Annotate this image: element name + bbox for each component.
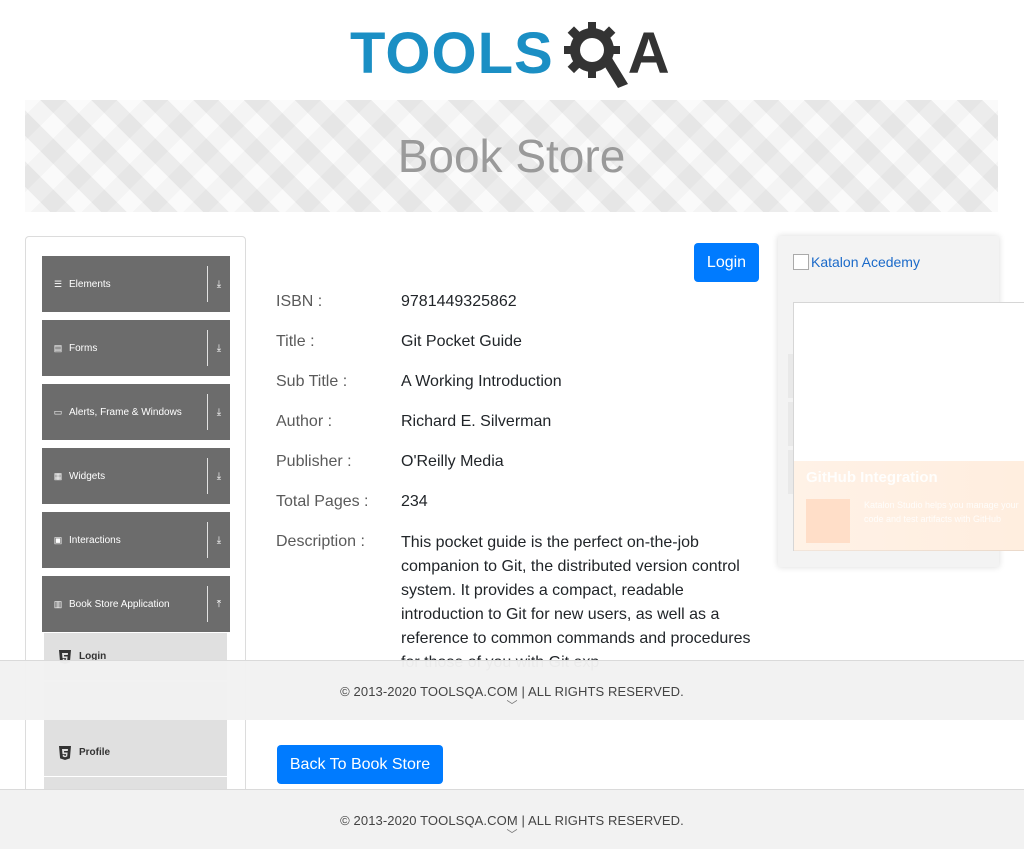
author-value: Richard E. Silverman xyxy=(401,413,552,430)
total-pages-label: Total Pages : xyxy=(276,493,369,510)
chevron-down-icon[interactable]: ﹀ xyxy=(0,829,1024,841)
subtitle-value: A Working Introduction xyxy=(401,373,562,390)
publisher-label: Publisher : xyxy=(276,453,352,470)
sidebar-group-label: Widgets xyxy=(69,470,106,482)
publisher-value: O'Reilly Media xyxy=(401,453,504,470)
download-arrow-icon: ⤓ xyxy=(216,470,222,482)
sidebar-group-elements[interactable]: ☰ Elements ⤓ xyxy=(42,256,230,312)
sidebar-item-label: Profile xyxy=(79,747,111,758)
author-label: Author : xyxy=(276,413,333,430)
footer: © 2013-2020 TOOLSQA.COM | ALL RIGHTS RES… xyxy=(0,789,1024,849)
divider xyxy=(207,458,208,494)
divider xyxy=(207,522,208,558)
sidebar-group-label: Elements xyxy=(69,278,111,290)
isbn-label: ISBN : xyxy=(276,293,323,310)
title-label: Title : xyxy=(276,333,315,350)
popup-text: Katalon Studio helps you manage your cod… xyxy=(864,500,1019,524)
cursor-icon: ▣ xyxy=(53,534,63,545)
page-banner: Book Store xyxy=(25,100,998,212)
sidebar-group-book-store[interactable]: ▥ Book Store Application ⤒ xyxy=(42,576,230,632)
logo-text-tools: TOOLS xyxy=(350,21,554,86)
login-button[interactable]: Login xyxy=(694,243,759,282)
broken-image-icon xyxy=(793,254,809,270)
download-arrow-icon: ⤓ xyxy=(216,342,222,354)
download-arrow-icon: ⤓ xyxy=(216,406,222,418)
sidebar-group-label: Book Store Application xyxy=(69,598,170,610)
ad-alt-text: Katalon Acedemy xyxy=(811,254,920,270)
form-icon: ▤ xyxy=(53,342,63,353)
title-value: Git Pocket Guide xyxy=(401,333,522,350)
divider xyxy=(207,394,208,430)
divider xyxy=(207,330,208,366)
chevron-down-icon[interactable]: ﹀ xyxy=(0,700,1024,712)
sidebar-group-label: Forms xyxy=(69,342,98,354)
isbn-value: 9781449325862 xyxy=(401,293,517,310)
description-label: Description : xyxy=(276,533,365,550)
footer-overlay: © 2013-2020 TOOLSQA.COM | ALL RIGHTS RES… xyxy=(0,660,1024,720)
grid-icon: ▦ xyxy=(53,470,63,481)
sidebar-group-label: Interactions xyxy=(69,534,121,546)
list-icon: ☰ xyxy=(53,278,63,289)
divider xyxy=(207,586,208,622)
gear-magnifier-icon xyxy=(563,22,628,88)
ad-popup[interactable]: GitHub Integration Katalon Studio helps … xyxy=(793,302,1024,551)
sidebar-group-alerts[interactable]: ▭ Alerts, Frame & Windows ⤓ xyxy=(42,384,230,440)
sidebar-group-widgets[interactable]: ▦ Widgets ⤓ xyxy=(42,448,230,504)
popup-title: GitHub Integration xyxy=(806,469,938,486)
description-value: This pocket guide is the perfect on-the-… xyxy=(401,534,751,671)
sidebar-group-interactions[interactable]: ▣ Interactions ⤓ xyxy=(42,512,230,568)
sidebar: ☰ Elements ⤓ ▤ Forms ⤓ ▭ Alerts, Frame &… xyxy=(25,236,246,849)
html5-icon xyxy=(59,745,71,760)
toolsqa-logo[interactable]: TOOLS A xyxy=(350,14,680,94)
ad-image-link[interactable]: Katalon Acedemy xyxy=(793,254,920,270)
page-title: Book Store xyxy=(397,130,626,182)
window-icon: ▭ xyxy=(53,406,63,417)
download-arrow-icon: ⤓ xyxy=(216,278,222,290)
sidebar-group-forms[interactable]: ▤ Forms ⤓ xyxy=(42,320,230,376)
divider xyxy=(207,266,208,302)
upload-arrow-icon: ⤒ xyxy=(216,598,222,610)
download-arrow-icon: ⤓ xyxy=(216,534,222,546)
total-pages-value: 234 xyxy=(401,493,428,510)
sidebar-group-label: Alerts, Frame & Windows xyxy=(69,406,182,418)
back-to-book-store-button[interactable]: Back To Book Store xyxy=(277,745,443,784)
page: TOOLS A Book Store ☰ Elements ⤓ ▤ Forms … xyxy=(0,0,1024,849)
sidebar-item-profile[interactable]: Profile xyxy=(44,729,227,776)
footer-text: © 2013-2020 TOOLSQA.COM | ALL RIGHTS RES… xyxy=(340,813,684,828)
library-icon: ▥ xyxy=(53,598,63,609)
popup-thumbnail xyxy=(806,499,850,543)
subtitle-label: Sub Title : xyxy=(276,373,348,390)
logo-text-a: A xyxy=(627,21,670,86)
footer-text: © 2013-2020 TOOLSQA.COM | ALL RIGHTS RES… xyxy=(340,684,684,699)
